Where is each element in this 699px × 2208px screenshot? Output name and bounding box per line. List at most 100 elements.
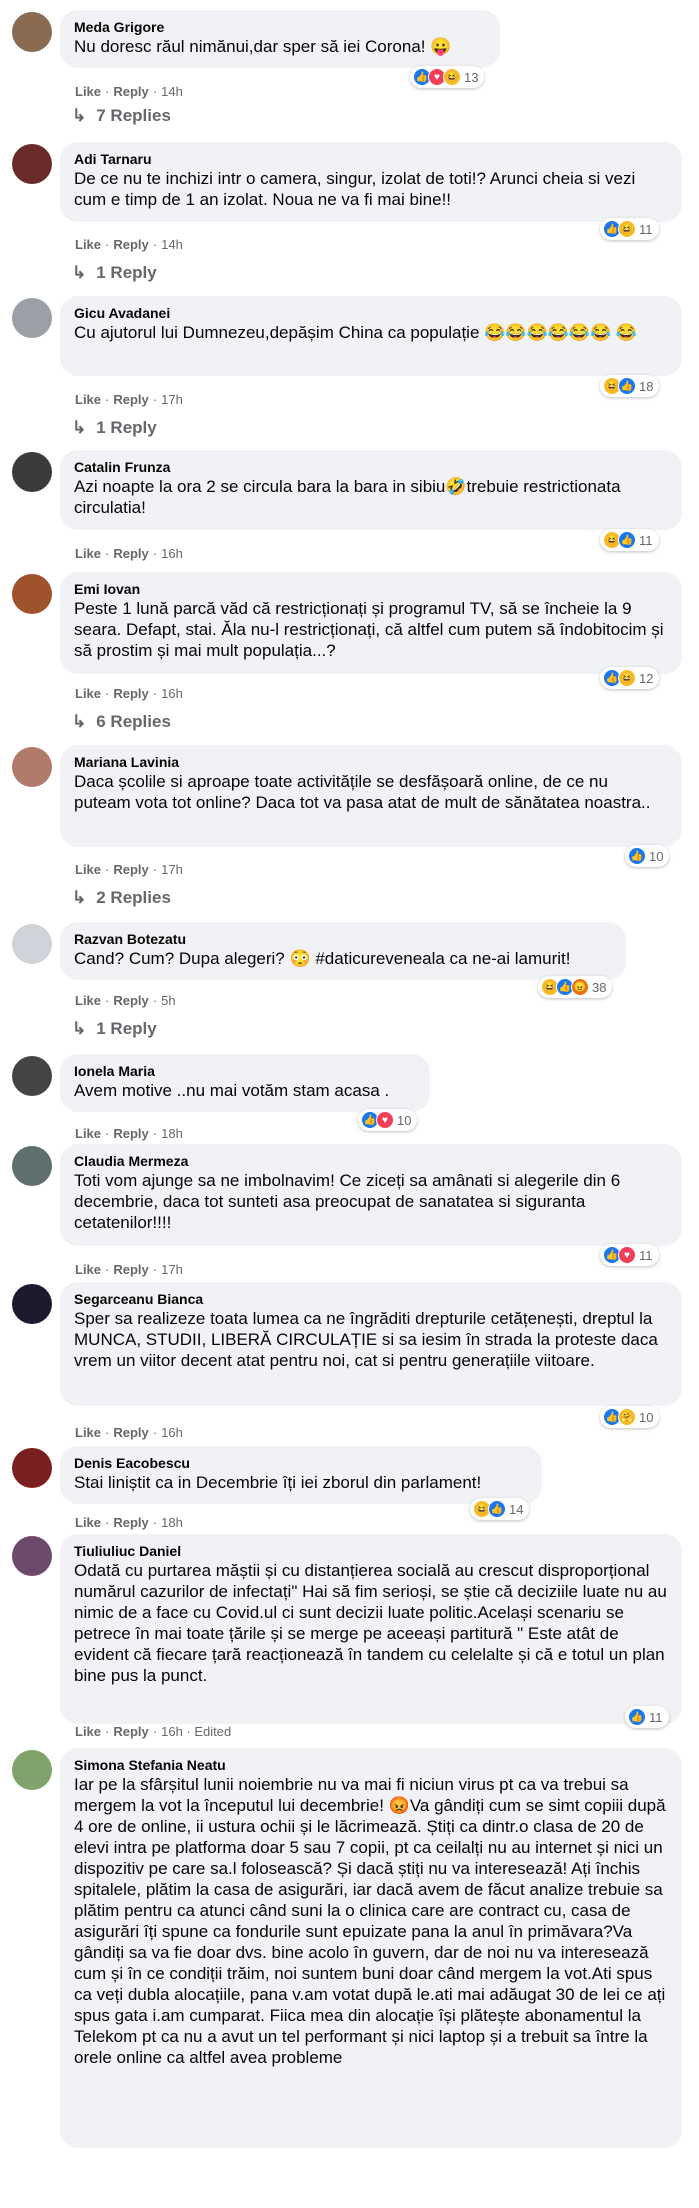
reaction-summary[interactable]: 👍 ♥ 😆 13 bbox=[410, 66, 485, 88]
reply-arrow-icon: ↳ bbox=[72, 888, 87, 907]
like-link[interactable]: Like bbox=[75, 546, 101, 561]
comment: Segarceanu Bianca Sper sa realizeze toata… bbox=[0, 1282, 699, 1466]
comment-author[interactable]: Simona Stefania Neatu bbox=[74, 1756, 668, 1774]
comment-author[interactable]: Tiuliuliuc Daniel bbox=[74, 1542, 668, 1560]
avatar[interactable] bbox=[12, 574, 52, 614]
like-link[interactable]: Like bbox=[75, 84, 101, 99]
like-link[interactable]: Like bbox=[75, 237, 101, 252]
comment-text: De ce nu te inchizi intr o camera, singu… bbox=[74, 169, 636, 209]
separator-dot: · bbox=[105, 862, 110, 877]
comment-timestamp[interactable]: 14h bbox=[161, 237, 183, 252]
comment-timestamp[interactable]: 17h bbox=[161, 1262, 183, 1277]
avatar[interactable] bbox=[12, 298, 52, 338]
reply-link[interactable]: Reply bbox=[113, 237, 148, 252]
comment-author[interactable]: Denis Eacobescu bbox=[74, 1454, 528, 1472]
comment-author[interactable]: Catalin Frunza bbox=[74, 458, 668, 476]
comment-timestamp[interactable]: 16h bbox=[161, 546, 183, 561]
reply-link[interactable]: Reply bbox=[113, 1262, 148, 1277]
separator-dot: · bbox=[152, 1724, 158, 1739]
separator-dot: · bbox=[105, 546, 110, 561]
comment-timestamp[interactable]: 18h bbox=[161, 1515, 183, 1530]
reply-link[interactable]: Reply bbox=[113, 1515, 148, 1530]
comment-bubble: Mariana Lavinia Daca școlile si aproape t… bbox=[60, 745, 682, 847]
separator-dot: · bbox=[105, 993, 110, 1008]
separator-dot: · bbox=[152, 84, 158, 99]
view-replies-link[interactable]: ↳ 1 Reply bbox=[72, 263, 157, 283]
comment-author[interactable]: Meda Grigore bbox=[74, 18, 486, 36]
reaction-summary[interactable]: 👍 😆 11 bbox=[600, 218, 659, 240]
reaction-summary[interactable]: 👍 ♥ 11 bbox=[600, 1244, 659, 1266]
comment-bubble: Adi Tarnaru De ce nu te inchizi intr o ca… bbox=[60, 142, 682, 222]
avatar[interactable] bbox=[12, 1448, 52, 1488]
reply-link[interactable]: Reply bbox=[113, 862, 148, 877]
separator-dot: · bbox=[152, 862, 158, 877]
like-link[interactable]: Like bbox=[75, 1425, 101, 1440]
view-replies-link[interactable]: ↳ 6 Replies bbox=[72, 712, 171, 732]
reply-link[interactable]: Reply bbox=[113, 546, 148, 561]
avatar[interactable] bbox=[12, 1284, 52, 1324]
like-link[interactable]: Like bbox=[75, 392, 101, 407]
comment-timestamp[interactable]: 17h bbox=[161, 392, 183, 407]
avatar-image bbox=[12, 1536, 52, 1576]
reaction-summary[interactable]: 😆 👍 14 bbox=[470, 1498, 530, 1520]
avatar[interactable] bbox=[12, 12, 52, 52]
separator-dot: · bbox=[152, 546, 158, 561]
like-link[interactable]: Like bbox=[75, 862, 101, 877]
reply-link[interactable]: Reply bbox=[113, 1126, 148, 1141]
separator-dot: · bbox=[152, 686, 158, 701]
comment-timestamp[interactable]: 16h bbox=[161, 1425, 183, 1440]
comment-author[interactable]: Adi Tarnaru bbox=[74, 150, 668, 168]
comment-text: Iar pe la sfârșitul lunii noiembrie nu v… bbox=[74, 1775, 666, 2067]
comment-timestamp[interactable]: 14h bbox=[161, 84, 183, 99]
reaction-summary[interactable]: 👍 11 bbox=[625, 1706, 669, 1728]
reply-link[interactable]: Reply bbox=[113, 84, 148, 99]
avatar[interactable] bbox=[12, 144, 52, 184]
reaction-summary[interactable]: 👍 😆 12 bbox=[600, 667, 660, 689]
comment: Meda Grigore Nu doresc răul nimănui,dar s… bbox=[0, 10, 699, 128]
comment-author[interactable]: Segarceanu Bianca bbox=[74, 1290, 668, 1308]
reaction-summary[interactable]: 👍 🤗 10 bbox=[600, 1406, 660, 1428]
comment-bubble: Claudia Mermeza Toti vom ajunge sa ne imb… bbox=[60, 1144, 682, 1246]
comment-timestamp[interactable]: 18h bbox=[161, 1126, 183, 1141]
comment-author[interactable]: Emi Iovan bbox=[74, 580, 668, 598]
reaction-summary[interactable]: 😆 👍 18 bbox=[600, 375, 660, 397]
view-replies-link[interactable]: ↳ 1 Reply bbox=[72, 1019, 157, 1039]
avatar[interactable] bbox=[12, 1056, 52, 1096]
reply-link[interactable]: Reply bbox=[113, 686, 148, 701]
avatar[interactable] bbox=[12, 1750, 52, 1790]
comment-author[interactable]: Razvan Botezatu bbox=[74, 930, 612, 948]
like-link[interactable]: Like bbox=[75, 993, 101, 1008]
view-replies-link[interactable]: ↳ 7 Replies bbox=[72, 106, 171, 126]
like-link[interactable]: Like bbox=[75, 1515, 101, 1530]
reply-link[interactable]: Reply bbox=[113, 1724, 148, 1739]
comment-timestamp[interactable]: 5h bbox=[161, 993, 175, 1008]
view-replies-link[interactable]: ↳ 1 Reply bbox=[72, 418, 157, 438]
reaction-summary[interactable]: 👍 ♥ 10 bbox=[358, 1109, 418, 1131]
reaction-summary[interactable]: 😆 👍 11 bbox=[600, 529, 659, 551]
comment-timestamp[interactable]: 16h · Edited bbox=[161, 1724, 231, 1739]
like-link[interactable]: Like bbox=[75, 1724, 101, 1739]
reaction-summary[interactable]: 😆 👍 😠 38 bbox=[538, 976, 613, 998]
reaction-count: 10 bbox=[649, 848, 664, 864]
avatar[interactable] bbox=[12, 747, 52, 787]
reaction-summary[interactable]: 👍 10 bbox=[625, 845, 670, 867]
avatar[interactable] bbox=[12, 1146, 52, 1186]
reply-link[interactable]: Reply bbox=[113, 993, 148, 1008]
comment-author[interactable]: Mariana Lavinia bbox=[74, 753, 668, 771]
reply-link[interactable]: Reply bbox=[113, 392, 148, 407]
like-link[interactable]: Like bbox=[75, 1262, 101, 1277]
comment-author[interactable]: Ionela Maria bbox=[74, 1062, 416, 1080]
avatar[interactable] bbox=[12, 924, 52, 964]
reply-link[interactable]: Reply bbox=[113, 1425, 148, 1440]
comment-timestamp[interactable]: 16h bbox=[161, 686, 183, 701]
comment-timestamp[interactable]: 17h bbox=[161, 862, 183, 877]
like-link[interactable]: Like bbox=[75, 686, 101, 701]
avatar[interactable] bbox=[12, 452, 52, 492]
avatar[interactable] bbox=[12, 1536, 52, 1576]
comment-author[interactable]: Gicu Avadanei bbox=[74, 304, 668, 322]
comment-author[interactable]: Claudia Mermeza bbox=[74, 1152, 668, 1170]
reaction-count: 10 bbox=[639, 1409, 654, 1425]
like-link[interactable]: Like bbox=[75, 1126, 101, 1141]
view-replies-link[interactable]: ↳ 2 Replies bbox=[72, 888, 171, 908]
separator-dot: · bbox=[152, 993, 158, 1008]
